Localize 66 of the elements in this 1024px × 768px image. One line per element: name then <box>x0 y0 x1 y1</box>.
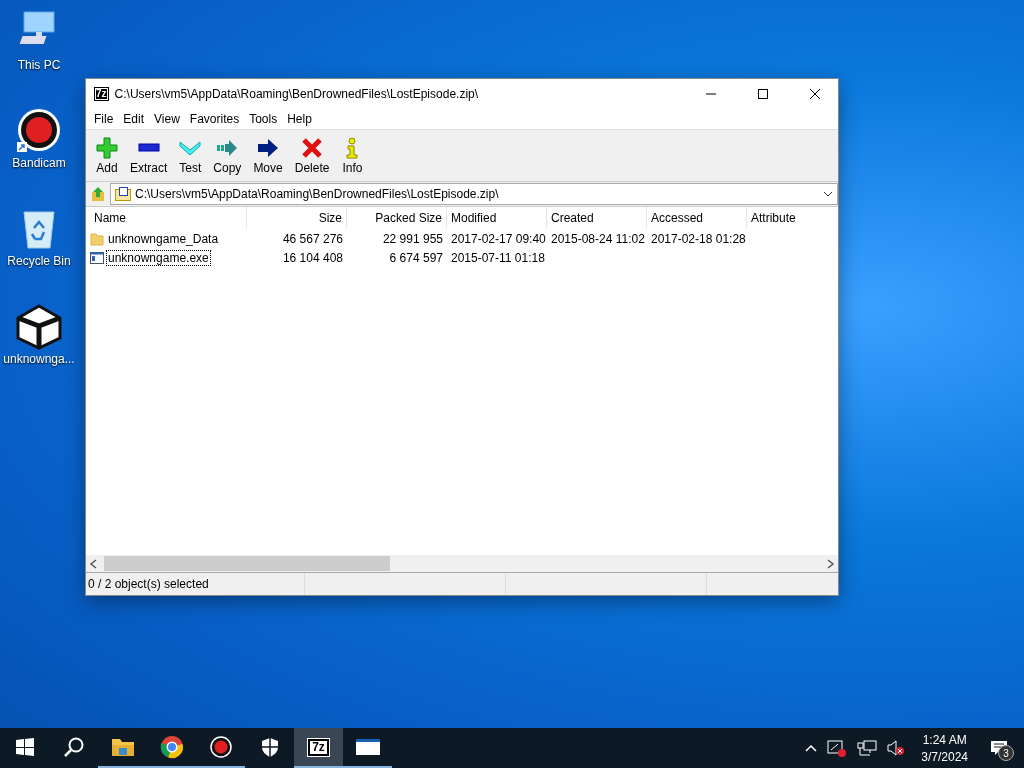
menu-item[interactable]: View <box>149 112 185 126</box>
plus-icon <box>96 136 118 159</box>
column-header[interactable]: Created <box>547 207 647 229</box>
folder-icon <box>90 231 104 246</box>
record-icon <box>209 736 232 758</box>
column-header[interactable]: Accessed <box>647 207 747 229</box>
toolbar-button[interactable]: Extract <box>124 130 174 181</box>
desktop-icon-label[interactable]: Recycle Bin <box>7 254 71 268</box>
toolbar-button[interactable]: Copy <box>207 130 248 181</box>
file-name[interactable]: unknowngame_Data <box>107 231 220 246</box>
toolbar-button[interactable]: Add <box>90 130 124 181</box>
toolbar-button[interactable]: Delete <box>288 130 336 181</box>
window-icon <box>355 739 380 755</box>
desktop-icon-label[interactable]: unknownga... <box>3 352 75 366</box>
app-logo: 7z <box>94 87 109 101</box>
muted-speaker-icon[interactable] <box>887 740 906 756</box>
table-cell-text: 16 104 408 <box>281 250 344 265</box>
column-header[interactable]: Packed Size <box>347 207 447 229</box>
file-name[interactable]: unknowngame.exe <box>107 250 210 265</box>
dropdown-caret-icon[interactable] <box>823 191 833 197</box>
menu-item[interactable]: Tools <box>244 112 283 126</box>
menu-item[interactable]: Favorites <box>184 112 245 126</box>
network-icon[interactable] <box>857 740 878 756</box>
notification-count: 3 <box>998 745 1014 761</box>
search-icon <box>63 737 84 757</box>
arrow-icon <box>257 136 280 159</box>
toolbar-button[interactable]: Info <box>335 130 370 181</box>
toolbar-button[interactable]: Test <box>173 130 208 181</box>
table-cell-text: 46 567 276 <box>281 231 344 246</box>
close-icon[interactable] <box>810 89 820 99</box>
folder-up-icon[interactable] <box>90 186 106 202</box>
table-cell-text: 2015-07-11 01:18 <box>450 250 546 265</box>
address-field[interactable]: C:\Users\vm5\AppData\Roaming\BenDrownedFiles\LostEpisode.zip\ <box>110 183 838 205</box>
clock-time[interactable]: 1:24 AM <box>922 732 967 747</box>
chevron-up-icon[interactable] <box>805 744 818 752</box>
desktop-icon-label[interactable]: Bandicam <box>12 156 66 170</box>
maximize-icon[interactable] <box>758 89 768 99</box>
toolbar-button[interactable]: Move <box>247 130 289 181</box>
table-cell-text: 2017-02-17 09:40 <box>450 231 547 246</box>
column-header[interactable]: Name <box>90 207 247 229</box>
windows-logo-icon <box>15 738 34 756</box>
table-cell-text: 22 991 955 <box>381 231 444 246</box>
shield-icon <box>260 736 279 758</box>
table-cell-text: 6 674 597 <box>388 250 444 265</box>
application-icon <box>90 251 104 264</box>
menu-item[interactable]: File <box>89 112 119 126</box>
browser-icon <box>159 735 184 759</box>
folder-icon <box>110 736 135 758</box>
column-header[interactable]: Size <box>247 207 347 229</box>
device-warning-icon[interactable] <box>827 739 848 757</box>
record-icon[interactable] <box>16 108 62 154</box>
desktop-icon-label[interactable]: This PC <box>17 58 61 72</box>
column-header[interactable]: Attribute <box>747 207 838 229</box>
menu-item[interactable]: Help <box>282 112 317 126</box>
scrollbar-thumb[interactable] <box>104 556 390 571</box>
cube-logo-icon[interactable] <box>16 304 62 350</box>
menu-item[interactable]: Edit <box>118 112 150 126</box>
table-cell-text: 2017-02-18 01:28 <box>650 231 747 246</box>
taskbar-button[interactable]: 7z <box>294 728 343 768</box>
column-header[interactable]: Modified <box>447 207 547 229</box>
clock-date[interactable]: 3/7/2024 <box>921 749 968 764</box>
archive-icon <box>115 187 131 201</box>
window-title: C:\Users\vm5\AppData\Roaming\BenDrownedFiles\LostEpisode.zip\ <box>114 87 480 101</box>
status-text: 0 / 2 object(s) selected <box>86 573 305 595</box>
table-cell-text: 2015-08-24 11:02 <box>550 231 646 246</box>
cross-icon <box>301 136 324 159</box>
